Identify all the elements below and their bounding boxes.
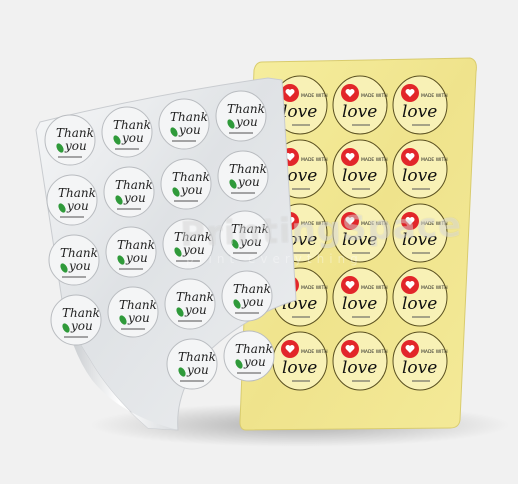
thank-you-sticker: Thankyou [164, 278, 216, 330]
sticker-made-with-text: MADE WITH [361, 93, 388, 99]
sticker-thank-text: Thank [62, 306, 100, 320]
thank-you-sticker: Thankyou [158, 98, 210, 150]
sticker-you-text: you [64, 139, 87, 153]
sticker-made-with-text: MADE WITH [421, 93, 448, 99]
sticker-thank-text: Thank [117, 238, 155, 252]
made-with-love-sticker: MADE WITH love [392, 75, 448, 135]
made-with-love-sticker: MADE WITH love [332, 75, 388, 135]
sticker-made-with-text: MADE WITH [301, 285, 328, 291]
made-with-love-sticker: MADE WITH love [332, 331, 388, 391]
thank-you-sticker: Thankyou [50, 294, 102, 346]
sticker-made-with-text: MADE WITH [301, 349, 328, 355]
sticker-made-with-text: MADE WITH [361, 349, 388, 355]
thank-you-sticker: Thankyou [46, 174, 98, 226]
sticker-thank-text: Thank [176, 290, 214, 304]
sticker-you-text: you [235, 115, 258, 129]
thank-you-sticker: Thankyou [101, 106, 153, 158]
sticker-made-with-text: MADE WITH [361, 285, 388, 291]
thank-you-sticker: Thankyou [160, 158, 212, 210]
sticker-thank-text: Thank [119, 298, 157, 312]
sticker-you-text: you [70, 319, 93, 333]
sticker-love-text: love [402, 102, 437, 122]
sticker-love-text: love [282, 358, 317, 378]
sticker-thank-text: Thank [227, 102, 265, 116]
sticker-love-text: love [282, 102, 317, 122]
sticker-love-text: love [402, 358, 437, 378]
sticker-thank-text: Thank [233, 282, 271, 296]
made-with-love-sticker: MADE WITH love [332, 267, 388, 327]
sticker-you-text: you [243, 355, 266, 369]
sticker-you-text: you [184, 303, 207, 317]
sticker-you-text: you [237, 175, 260, 189]
watermark-tagline: print everything [186, 252, 363, 266]
sticker-thank-text: Thank [115, 178, 153, 192]
thank-you-sticker: Thankyou [217, 150, 269, 202]
thank-you-sticker: Thankyou [215, 90, 267, 142]
made-with-love-sticker: MADE WITH love [392, 267, 448, 327]
sticker-thank-text: Thank [60, 246, 98, 260]
sticker-love-text: love [342, 102, 377, 122]
sticker-thank-text: Thank [58, 186, 96, 200]
thank-you-sticker: Thankyou [103, 166, 155, 218]
sticker-you-text: you [125, 251, 148, 265]
sticker-you-text: you [186, 363, 209, 377]
sticker-thank-text: Thank [235, 342, 273, 356]
sticker-love-text: love [342, 294, 377, 314]
sticker-thank-text: Thank [170, 110, 208, 124]
sticker-thank-text: Thank [178, 350, 216, 364]
sticker-made-with-text: MADE WITH [421, 285, 448, 291]
made-with-love-sticker: MADE WITH love [332, 139, 388, 199]
sticker-thank-text: Thank [113, 118, 151, 132]
sticker-made-with-text: MADE WITH [421, 349, 448, 355]
thank-you-sticker: Thankyou [48, 234, 100, 286]
thank-you-sticker: Thankyou [44, 114, 96, 166]
made-with-love-sticker: MADE WITH love [272, 331, 328, 391]
sticker-made-with-text: MADE WITH [301, 93, 328, 99]
thank-you-sticker: Thankyou [223, 330, 275, 382]
sticker-you-text: you [66, 199, 89, 213]
thank-you-sticker: Thankyou [166, 338, 218, 390]
made-with-love-sticker: MADE WITH love [392, 139, 448, 199]
sticker-love-text: love [342, 166, 377, 186]
sticker-love-text: love [402, 166, 437, 186]
sticker-thank-text: Thank [172, 170, 210, 184]
sticker-you-text: you [68, 259, 91, 273]
sticker-made-with-text: MADE WITH [301, 157, 328, 163]
thank-you-sticker: Thankyou [221, 270, 273, 322]
sticker-love-text: love [342, 358, 377, 378]
sticker-love-text: love [402, 294, 437, 314]
sticker-you-text: you [123, 191, 146, 205]
sticker-made-with-text: MADE WITH [421, 157, 448, 163]
sticker-you-text: you [121, 131, 144, 145]
thank-you-sticker: Thankyou [107, 286, 159, 338]
sticker-thank-text: Thank [229, 162, 267, 176]
sticker-you-text: you [127, 311, 150, 325]
sticker-you-text: you [241, 295, 264, 309]
sticker-you-text: you [180, 183, 203, 197]
sticker-you-text: you [178, 123, 201, 137]
thank-you-sticker: Thankyou [105, 226, 157, 278]
sticker-made-with-text: MADE WITH [361, 157, 388, 163]
sticker-thank-text: Thank [56, 126, 94, 140]
made-with-love-sticker: MADE WITH love [392, 331, 448, 391]
